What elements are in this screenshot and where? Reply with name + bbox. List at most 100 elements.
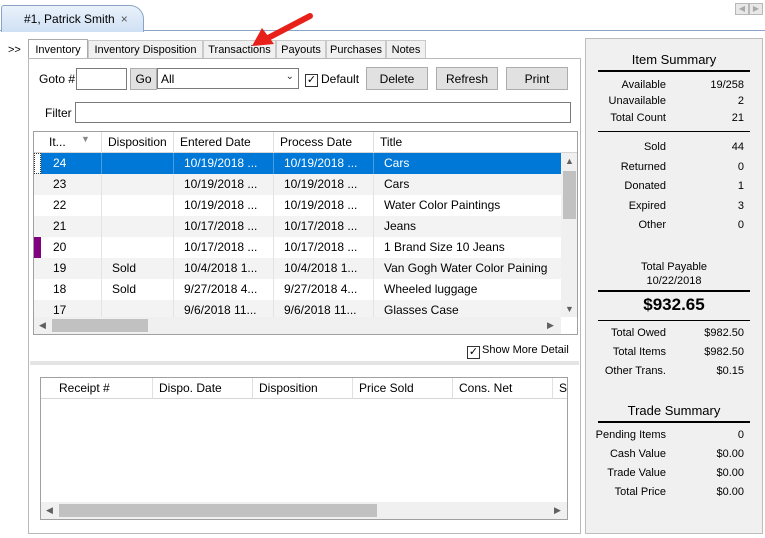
col-header-price-sold[interactable]: Price Sold xyxy=(353,378,453,399)
scroll-right-icon[interactable]: ▶ xyxy=(542,320,559,331)
cell-process-date: 10/19/2018 ... xyxy=(274,195,374,216)
col-header-disposition[interactable]: Disposition xyxy=(102,132,174,153)
cell-item: 20 xyxy=(43,237,102,258)
print-button[interactable]: Print xyxy=(506,67,568,90)
collapse-toggle[interactable]: >> xyxy=(8,44,21,56)
detail-horizontal-scroll-thumb[interactable] xyxy=(59,504,377,517)
cell-item: 21 xyxy=(43,216,102,237)
tab-purchases[interactable]: Purchases xyxy=(326,40,386,59)
summary-value: 0 xyxy=(737,429,744,441)
trade-summary-title: Trade Summary xyxy=(627,403,721,418)
col-header-cons-net[interactable]: Cons. Net xyxy=(453,378,553,399)
summary-key: Returned xyxy=(620,161,666,173)
table-row[interactable]: 21 10/17/2018 ... 10/17/2018 ... Jeans xyxy=(34,216,561,237)
table-row[interactable]: 19 Sold 10/4/2018 1... 10/4/2018 1... Va… xyxy=(34,258,561,279)
cell-entered-date: 10/17/2018 ... xyxy=(174,237,274,258)
cell-entered-date: 10/19/2018 ... xyxy=(174,153,274,174)
show-more-detail-label: Show More Detail xyxy=(482,344,569,356)
cell-entered-date: 10/19/2018 ... xyxy=(174,195,274,216)
vertical-scroll-thumb[interactable] xyxy=(563,171,576,219)
cell-item: 22 xyxy=(43,195,102,216)
summary-value: 19/258 xyxy=(710,79,744,91)
summary-value: 0 xyxy=(737,219,744,231)
filter-label: Filter xyxy=(45,106,72,120)
cell-entered-date: 10/4/2018 1... xyxy=(174,258,274,279)
filter-input[interactable] xyxy=(75,102,571,123)
col-header-entered-date[interactable]: Entered Date xyxy=(174,132,274,153)
grid-horizontal-scrollbar[interactable]: ◀ ▶ xyxy=(34,317,561,334)
table-row[interactable]: 20 10/17/2018 ... 10/17/2018 ... 1 Brand… xyxy=(34,237,561,258)
table-row[interactable]: 17 9/6/2018 11... 9/6/2018 11... Glasses… xyxy=(34,300,561,317)
cell-disposition xyxy=(102,195,174,216)
summary-value: 2 xyxy=(737,95,744,107)
col-header-item-label: It... xyxy=(49,135,66,149)
table-row[interactable]: 23 10/19/2018 ... 10/19/2018 ... Cars xyxy=(34,174,561,195)
summary-row-donated: Donated 1 xyxy=(586,180,762,195)
disposition-detail-grid: Receipt # Dispo. Date Disposition Price … xyxy=(40,377,568,520)
summary-key: Other Trans. xyxy=(604,365,666,377)
summary-value: $0.00 xyxy=(716,448,744,460)
summary-value: 21 xyxy=(731,112,744,124)
col-header-truncated[interactable]: S xyxy=(553,378,567,399)
grid-vertical-scrollbar[interactable]: ▲ ▼ xyxy=(561,153,577,317)
tab-inventory-disposition[interactable]: Inventory Disposition xyxy=(88,40,203,59)
scroll-left-icon[interactable]: ◀ xyxy=(41,505,58,516)
goto-input[interactable] xyxy=(76,68,127,90)
refresh-button[interactable]: Refresh xyxy=(436,67,498,90)
delete-button[interactable]: Delete xyxy=(366,67,428,90)
close-icon[interactable]: × xyxy=(121,12,128,26)
go-button[interactable]: Go xyxy=(130,68,157,90)
annotation-arrow-icon xyxy=(252,13,313,46)
table-row[interactable]: 18 Sold 9/27/2018 4... 9/27/2018 4... Wh… xyxy=(34,279,561,300)
summary-row-available: Available 19/258 xyxy=(586,79,762,94)
summary-key: Cash Value xyxy=(609,448,666,460)
scroll-right-icon[interactable]: ▶ xyxy=(749,3,763,15)
cell-disposition xyxy=(102,300,174,317)
summary-key: Total Price xyxy=(614,486,666,498)
summary-row-pending-items: Pending Items 0 xyxy=(586,429,762,444)
summary-panel: Item Summary Available 19/258 Unavailable… xyxy=(585,38,763,534)
scroll-left-icon[interactable]: ◀ xyxy=(34,320,51,331)
tab-notes[interactable]: Notes xyxy=(386,40,426,59)
cell-process-date: 10/17/2018 ... xyxy=(274,237,374,258)
col-header-title[interactable]: Title xyxy=(374,132,577,153)
cell-item: 24 xyxy=(43,153,102,174)
filter-select[interactable]: All ⌄ xyxy=(157,68,299,89)
cell-disposition: Sold xyxy=(102,258,174,279)
cell-process-date: 10/19/2018 ... xyxy=(274,174,374,195)
panel-splitter[interactable] xyxy=(30,361,579,365)
summary-value: 0 xyxy=(737,161,744,173)
table-row[interactable]: 24 10/19/2018 ... 10/19/2018 ... Cars xyxy=(34,153,561,174)
col-header-item[interactable]: It... ▼ xyxy=(43,132,102,153)
col-header-process-date[interactable]: Process Date xyxy=(274,132,374,153)
default-checkbox[interactable]: ✓ xyxy=(305,72,318,87)
summary-row-trade-value: Trade Value $0.00 xyxy=(586,467,762,482)
cell-title: Cars xyxy=(384,156,410,170)
default-check-icon: ✓ xyxy=(305,74,318,87)
col-header-disposition[interactable]: Disposition xyxy=(253,378,353,399)
scroll-right-icon[interactable]: ▶ xyxy=(549,505,566,516)
summary-value: 44 xyxy=(731,141,744,153)
scroll-down-icon[interactable]: ▼ xyxy=(561,304,577,314)
cell-process-date: 9/6/2018 11... xyxy=(274,300,374,317)
col-header-receipt[interactable]: Receipt # xyxy=(53,378,153,399)
summary-row-returned: Returned 0 xyxy=(586,161,762,176)
sort-desc-icon: ▼ xyxy=(81,134,90,144)
detail-horizontal-scrollbar[interactable]: ◀ ▶ xyxy=(41,502,567,519)
summary-row-total-price: Total Price $0.00 xyxy=(586,486,762,501)
horizontal-scroll-thumb[interactable] xyxy=(52,319,148,332)
chevron-down-icon: ⌄ xyxy=(285,71,294,82)
show-more-detail-checkbox[interactable]: ✓ xyxy=(467,344,480,359)
scroll-up-icon[interactable]: ▲ xyxy=(561,156,577,166)
scroll-left-icon[interactable]: ◀ xyxy=(735,3,749,15)
cell-title: 1 Brand Size 10 Jeans xyxy=(384,240,505,254)
inventory-grid: It... ▼ Disposition Entered Date Process… xyxy=(33,131,578,335)
tab-inventory[interactable]: Inventory xyxy=(28,39,88,59)
document-tab-patrick-smith[interactable]: #1, Patrick Smith × xyxy=(1,5,144,32)
col-header-dispo-date[interactable]: Dispo. Date xyxy=(153,378,253,399)
summary-row-unavailable: Unavailable 2 xyxy=(586,95,762,110)
goto-label: Goto # xyxy=(39,72,76,86)
summary-value: 3 xyxy=(737,200,744,212)
cell-title: Water Color Paintings xyxy=(384,198,501,212)
table-row[interactable]: 22 10/19/2018 ... 10/19/2018 ... Water C… xyxy=(34,195,561,216)
